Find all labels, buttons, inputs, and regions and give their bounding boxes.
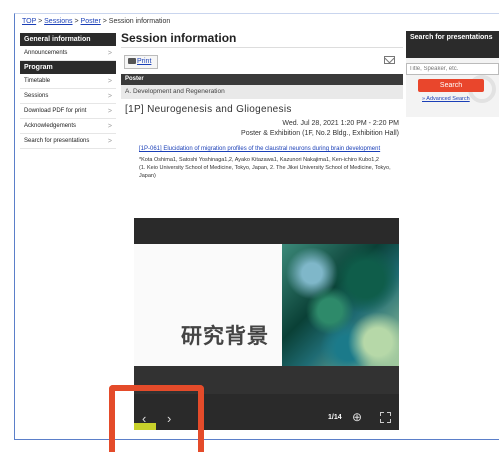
- sidebar: General information Announcements > Prog…: [20, 33, 116, 149]
- chevron-right-icon: >: [107, 78, 112, 85]
- sidebar-item-label: Download PDF for print: [24, 108, 87, 114]
- page-title: Session information: [121, 31, 237, 45]
- breadcrumb-separator: >: [102, 18, 107, 25]
- title-divider: [121, 47, 403, 48]
- session-venue: Poster & Exhibition (1F, No.2 Bldg., Exh…: [241, 130, 399, 137]
- session-title: [1P] Neurogenesis and Gliogenesis: [125, 104, 292, 115]
- breadcrumb-separator: >: [74, 18, 79, 25]
- sidebar-item-sessions[interactable]: Sessions >: [20, 89, 116, 104]
- abstract-authors: *Kota Oshima1, Satoshi Yoshinaga1,2, Aya…: [139, 157, 379, 163]
- breadcrumb-current: Session information: [108, 18, 171, 25]
- chevron-right-icon: >: [107, 138, 112, 145]
- sidebar-item-label: Acknowledgements: [24, 123, 77, 129]
- breadcrumb-poster-link[interactable]: Poster: [81, 18, 101, 25]
- search-button[interactable]: Search: [418, 79, 484, 92]
- sidebar-item-label: Sessions: [24, 93, 49, 99]
- abstract: [1P-061] Elucidation of migration profil…: [121, 145, 403, 180]
- subsection-label: A. Development and Regeneration: [121, 85, 403, 99]
- search-input[interactable]: [406, 63, 499, 75]
- highlight-annotation-box: [109, 385, 204, 452]
- fullscreen-icon[interactable]: [380, 412, 391, 423]
- abstract-title-link[interactable]: [1P-061] Elucidation of migration profil…: [139, 145, 389, 153]
- slide-heading: 研究背景: [181, 324, 269, 348]
- breadcrumb-separator: >: [38, 18, 43, 25]
- sidebar-item-label: Announcements: [24, 50, 68, 56]
- slide-illustration: [282, 244, 399, 367]
- sidebar-item-label: Search for presentations: [24, 138, 90, 144]
- session-time: Wed. Jul 28, 2021 1:20 PM - 2:20 PM: [282, 120, 399, 127]
- sidebar-item-label: Timetable: [24, 78, 51, 84]
- breadcrumb-sessions-link[interactable]: Sessions: [44, 18, 72, 25]
- printer-icon: [128, 58, 136, 64]
- print-button[interactable]: Print: [124, 55, 158, 69]
- search-panel: Search for presentations Search » Advanc…: [406, 31, 499, 117]
- sidebar-item-acknowledgements[interactable]: Acknowledgements >: [20, 119, 116, 134]
- sidebar-item-timetable[interactable]: Timetable >: [20, 74, 116, 89]
- zoom-in-icon[interactable]: ⊕: [352, 410, 362, 424]
- sidebar-heading-general: General information: [20, 33, 116, 46]
- chevron-right-icon: >: [107, 123, 112, 130]
- sidebar-heading-program: Program: [20, 61, 116, 74]
- session-meta: Wed. Jul 28, 2021 1:20 PM - 2:20 PM Post…: [121, 119, 403, 139]
- sidebar-item-download-pdf[interactable]: Download PDF for print >: [20, 104, 116, 119]
- chevron-right-icon: >: [107, 108, 112, 115]
- chevron-right-icon: >: [107, 50, 112, 57]
- sidebar-item-announcements[interactable]: Announcements >: [20, 46, 116, 61]
- mail-icon[interactable]: [384, 56, 395, 64]
- main-content: Session information Print Poster A. Deve…: [121, 31, 403, 180]
- slide-counter: 1/14: [328, 414, 342, 421]
- sidebar-item-search[interactable]: Search for presentations >: [20, 134, 116, 149]
- breadcrumb-top-link[interactable]: TOP: [22, 18, 36, 25]
- section-header: Poster: [121, 74, 403, 85]
- search-heading: Search for presentations: [406, 31, 499, 58]
- print-label: Print: [137, 58, 152, 65]
- slide-image: 研究背景: [134, 244, 399, 394]
- breadcrumb: TOP > Sessions > Poster > Session inform…: [22, 18, 170, 25]
- advanced-search-link[interactable]: » Advanced Search: [422, 96, 470, 102]
- toolbar: Print: [121, 52, 403, 72]
- chevron-right-icon: >: [107, 93, 112, 100]
- abstract-affiliations: (1. Keio University School of Medicine, …: [139, 165, 391, 179]
